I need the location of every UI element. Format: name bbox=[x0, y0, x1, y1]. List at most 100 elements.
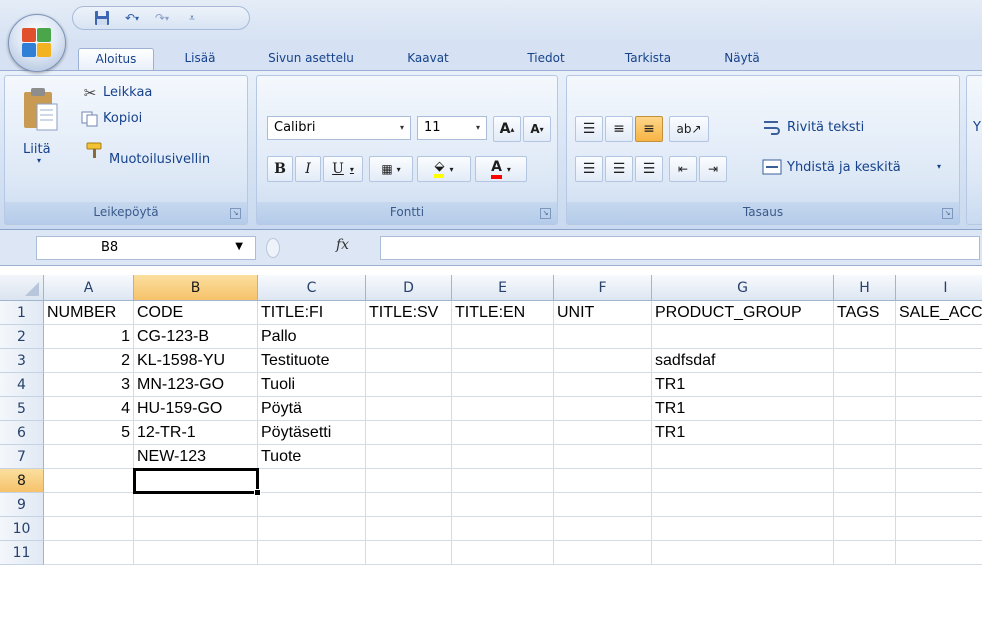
row-header-9[interactable]: 9 bbox=[0, 493, 44, 517]
align-bottom-button[interactable]: ≡ bbox=[635, 116, 663, 142]
merge-center-button[interactable]: Yhdistä ja keskitä bbox=[787, 160, 901, 175]
tab-tarkista[interactable]: Tarkista bbox=[614, 48, 682, 70]
cell-f7[interactable] bbox=[554, 445, 652, 469]
tab-sivun-asettelu[interactable]: Sivun asettelu bbox=[256, 48, 366, 70]
cell-e2[interactable] bbox=[452, 325, 554, 349]
cell-i10[interactable] bbox=[896, 517, 982, 541]
cell-f8[interactable] bbox=[554, 469, 652, 493]
orientation-button[interactable]: ab↗ bbox=[669, 116, 709, 142]
cell-i11[interactable] bbox=[896, 541, 982, 565]
underline-button[interactable]: U ▾ bbox=[323, 156, 363, 182]
cell-h11[interactable] bbox=[834, 541, 896, 565]
cell-f6[interactable] bbox=[554, 421, 652, 445]
paste-icon[interactable] bbox=[19, 84, 61, 136]
formula-bar-expand-icon[interactable] bbox=[266, 238, 280, 258]
cut-button[interactable]: Leikkaa bbox=[103, 85, 152, 100]
cell-i1[interactable]: SALE_ACC bbox=[896, 301, 982, 325]
column-header-b[interactable]: B bbox=[134, 275, 258, 301]
font-size-combo[interactable]: 11 ▾ bbox=[417, 116, 487, 140]
tab-nayta[interactable]: Näytä bbox=[712, 48, 772, 70]
cell-g1[interactable]: PRODUCT_GROUP bbox=[652, 301, 834, 325]
format-painter-button[interactable]: Muotoilusivellin bbox=[109, 152, 210, 167]
row-header-8[interactable]: 8 bbox=[0, 469, 44, 493]
cell-i3[interactable] bbox=[896, 349, 982, 373]
cell-g7[interactable] bbox=[652, 445, 834, 469]
insert-function-icon[interactable]: fx bbox=[336, 237, 349, 253]
font-name-combo[interactable]: Calibri ▾ bbox=[267, 116, 411, 140]
cell-d11[interactable] bbox=[366, 541, 452, 565]
cell-b7[interactable]: NEW-123 bbox=[134, 445, 258, 469]
cell-c11[interactable] bbox=[258, 541, 366, 565]
cell-f5[interactable] bbox=[554, 397, 652, 421]
cell-d3[interactable] bbox=[366, 349, 452, 373]
align-middle-button[interactable]: ≡ bbox=[605, 116, 633, 142]
cell-e4[interactable] bbox=[452, 373, 554, 397]
column-header-i[interactable]: I bbox=[896, 275, 982, 301]
fill-color-button[interactable]: ⬙ ▾ bbox=[417, 156, 471, 182]
row-header-1[interactable]: 1 bbox=[0, 301, 44, 325]
cell-c7[interactable]: Tuote bbox=[258, 445, 366, 469]
cell-d10[interactable] bbox=[366, 517, 452, 541]
column-header-h[interactable]: H bbox=[834, 275, 896, 301]
cell-c3[interactable]: Testituote bbox=[258, 349, 366, 373]
increase-indent-button[interactable]: ⇥ bbox=[699, 156, 727, 182]
row-header-10[interactable]: 10 bbox=[0, 517, 44, 541]
cell-a7[interactable] bbox=[44, 445, 134, 469]
shrink-font-button[interactable]: A ▾ bbox=[523, 116, 551, 142]
wrap-text-button[interactable]: Rivitä teksti bbox=[787, 120, 864, 135]
cell-c10[interactable] bbox=[258, 517, 366, 541]
name-box[interactable]: B8 ▼ bbox=[36, 236, 256, 260]
cell-c4[interactable]: Tuoli bbox=[258, 373, 366, 397]
alignment-launcher-icon[interactable]: ↘ bbox=[942, 208, 953, 219]
cell-g6[interactable]: TR1 bbox=[652, 421, 834, 445]
column-header-c[interactable]: C bbox=[258, 275, 366, 301]
cell-b2[interactable]: CG-123-B bbox=[134, 325, 258, 349]
cell-b5[interactable]: HU-159-GO bbox=[134, 397, 258, 421]
cell-e3[interactable] bbox=[452, 349, 554, 373]
cell-c8[interactable] bbox=[258, 469, 366, 493]
borders-button[interactable]: ▦ ▾ bbox=[369, 156, 413, 182]
cell-d2[interactable] bbox=[366, 325, 452, 349]
cell-b10[interactable] bbox=[134, 517, 258, 541]
cell-d7[interactable] bbox=[366, 445, 452, 469]
row-header-4[interactable]: 4 bbox=[0, 373, 44, 397]
cell-b6[interactable]: 12-TR-1 bbox=[134, 421, 258, 445]
cell-d9[interactable] bbox=[366, 493, 452, 517]
cell-e7[interactable] bbox=[452, 445, 554, 469]
row-header-2[interactable]: 2 bbox=[0, 325, 44, 349]
cell-i6[interactable] bbox=[896, 421, 982, 445]
cell-e1[interactable]: TITLE:EN bbox=[452, 301, 554, 325]
paste-button[interactable]: Liitä bbox=[23, 142, 51, 157]
cell-b11[interactable] bbox=[134, 541, 258, 565]
font-color-button[interactable]: A ▾ bbox=[475, 156, 527, 182]
tab-aloitus[interactable]: Aloitus bbox=[78, 48, 154, 70]
cell-f4[interactable] bbox=[554, 373, 652, 397]
cell-h6[interactable] bbox=[834, 421, 896, 445]
column-header-d[interactable]: D bbox=[366, 275, 452, 301]
cell-e5[interactable] bbox=[452, 397, 554, 421]
undo-icon[interactable]: ↶ ▾ bbox=[119, 8, 145, 28]
tab-tiedot[interactable]: Tiedot bbox=[516, 48, 576, 70]
cell-h3[interactable] bbox=[834, 349, 896, 373]
cell-h1[interactable]: TAGS bbox=[834, 301, 896, 325]
row-header-3[interactable]: 3 bbox=[0, 349, 44, 373]
row-header-5[interactable]: 5 bbox=[0, 397, 44, 421]
cell-e11[interactable] bbox=[452, 541, 554, 565]
cell-h10[interactable] bbox=[834, 517, 896, 541]
cell-i4[interactable] bbox=[896, 373, 982, 397]
formula-input[interactable] bbox=[380, 236, 980, 260]
cell-d1[interactable]: TITLE:SV bbox=[366, 301, 452, 325]
column-header-g[interactable]: G bbox=[652, 275, 834, 301]
cell-f3[interactable] bbox=[554, 349, 652, 373]
row-header-7[interactable]: 7 bbox=[0, 445, 44, 469]
name-box-dropdown-icon[interactable]: ▼ bbox=[235, 241, 243, 252]
cell-c6[interactable]: Pöytäsetti bbox=[258, 421, 366, 445]
cell-h8[interactable] bbox=[834, 469, 896, 493]
cell-g3[interactable]: sadfsdaf bbox=[652, 349, 834, 373]
cell-g11[interactable] bbox=[652, 541, 834, 565]
cell-c9[interactable] bbox=[258, 493, 366, 517]
cell-h4[interactable] bbox=[834, 373, 896, 397]
copy-button[interactable]: Kopioi bbox=[103, 111, 142, 126]
cell-i7[interactable] bbox=[896, 445, 982, 469]
cell-h7[interactable] bbox=[834, 445, 896, 469]
